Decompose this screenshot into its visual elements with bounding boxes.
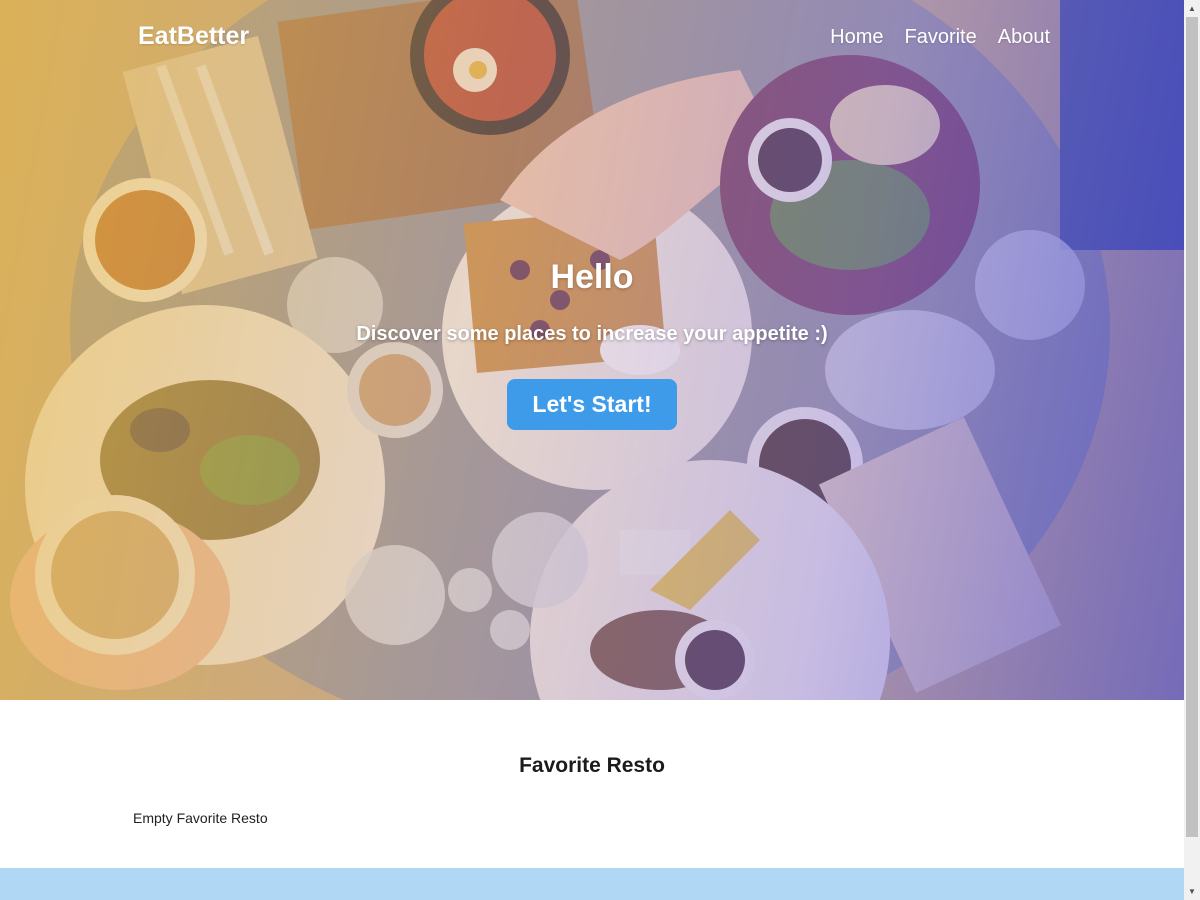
brand-logo[interactable]: EatBetter [138,22,249,51]
nav-link-favorite[interactable]: Favorite [904,26,976,49]
empty-favorites-message: Empty Favorite Resto [133,810,268,826]
footer [0,868,1184,900]
vertical-scrollbar[interactable]: ▲ ▼ [1184,0,1200,900]
favorite-resto-section: Favorite Resto Empty Favorite Resto [0,700,1184,868]
nav-link-about[interactable]: About [998,26,1050,49]
page: EatBetter Home Favorite About Hello Disc… [0,0,1184,900]
nav-links: Home Favorite About [830,26,1050,49]
hero-subtitle: Discover some places to increase your ap… [356,323,828,345]
hero-content: Hello Discover some places to increase y… [0,258,1184,430]
hero-section: EatBetter Home Favorite About Hello Disc… [0,0,1184,700]
scrollbar-thumb[interactable] [1186,17,1198,837]
nav-link-home[interactable]: Home [830,26,883,49]
section-title: Favorite Resto [519,754,665,777]
hero-title: Hello [550,258,634,296]
top-navbar: EatBetter Home Favorite About [0,0,1184,76]
scroll-down-arrow-icon[interactable]: ▼ [1184,883,1200,900]
scroll-up-arrow-icon[interactable]: ▲ [1184,0,1200,17]
lets-start-button[interactable]: Let's Start! [507,379,677,430]
